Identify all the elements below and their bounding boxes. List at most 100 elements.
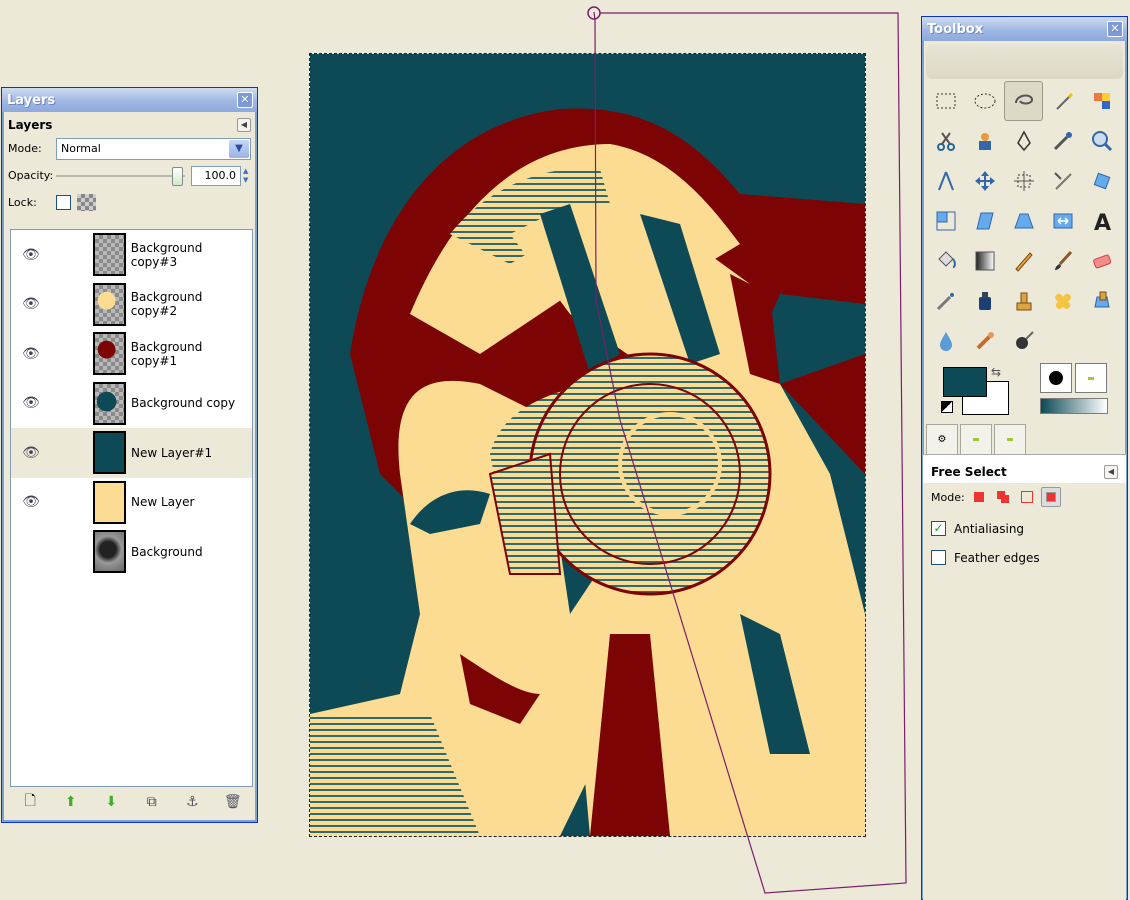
measure-icon[interactable]	[926, 161, 965, 201]
tool-options-title: Free Select	[931, 465, 1007, 479]
flip-icon[interactable]	[1043, 201, 1082, 241]
gradient-preview[interactable]	[1040, 398, 1108, 414]
mode-select[interactable]: Normal ▼	[56, 137, 251, 160]
blend-icon[interactable]	[965, 241, 1004, 281]
pencil-icon[interactable]	[1004, 241, 1043, 281]
svg-text:A: A	[1094, 211, 1111, 233]
dodge-burn-icon[interactable]	[1004, 321, 1043, 361]
feather-edges-checkbox[interactable]	[931, 550, 946, 565]
layer-name: Background copy#3	[130, 240, 203, 269]
layer-row[interactable]: 👁 Background copy#3	[11, 230, 252, 280]
color-area: ⇆	[922, 363, 1127, 423]
ink-icon[interactable]	[965, 281, 1004, 321]
blur-icon[interactable]	[926, 321, 965, 361]
layer-row[interactable]: Background	[11, 527, 252, 577]
tool-grid: A	[922, 79, 1127, 361]
layers-titlebar[interactable]: Layers ✕	[2, 88, 257, 112]
eye-icon[interactable]: 👁	[11, 247, 51, 263]
move-icon[interactable]	[965, 161, 1004, 201]
layer-thumbnail	[93, 381, 126, 425]
image-canvas[interactable]	[309, 53, 866, 837]
lower-layer-icon[interactable]: ⬇	[101, 794, 121, 810]
antialiasing-row: ✓ Antialiasing	[923, 511, 1126, 536]
ellipse-select-icon[interactable]	[965, 81, 1004, 121]
perspective-icon[interactable]	[1004, 201, 1043, 241]
raise-layer-icon[interactable]: ⬆	[61, 794, 81, 810]
layers-panel-header: Layers ◀	[2, 112, 257, 132]
color-picker-icon[interactable]	[1043, 121, 1082, 161]
eraser-icon[interactable]	[1082, 241, 1121, 281]
airbrush-icon[interactable]	[926, 281, 965, 321]
paths-icon[interactable]	[1004, 121, 1043, 161]
toolbox-window: Toolbox ✕ A ⇆ ⚙ Free Select ◀ Mode: ✓ An…	[921, 16, 1128, 900]
text-icon[interactable]: A	[1082, 201, 1121, 241]
layer-row[interactable]: 👁 Background copy#2	[11, 280, 252, 330]
clone-icon[interactable]	[1004, 281, 1043, 321]
perspective-clone-icon[interactable]	[1082, 281, 1121, 321]
delete-layer-icon[interactable]: 🗑	[223, 794, 243, 810]
feather-row: Feather edges	[923, 536, 1126, 565]
panel-menu-icon[interactable]: ◀	[237, 118, 251, 132]
opacity-slider-handle[interactable]	[172, 166, 183, 186]
layer-list[interactable]: 👁 Background copy#3 👁 Background copy#2 …	[10, 229, 253, 787]
layer-thumbnail	[92, 233, 126, 277]
opacity-input[interactable]: 100.0	[191, 165, 241, 186]
eye-icon[interactable]: 👁	[11, 346, 51, 362]
lock-alpha-icon[interactable]	[77, 194, 96, 211]
layer-name: Background	[131, 544, 203, 559]
close-icon[interactable]: ✕	[1107, 21, 1123, 37]
layer-row[interactable]: 👁 Background copy#1	[11, 329, 252, 379]
replace-mode-icon[interactable]	[969, 487, 989, 507]
eye-icon[interactable]: 👁	[11, 494, 51, 510]
layer-row[interactable]: 👁 Background copy	[11, 379, 252, 429]
zoom-icon[interactable]	[1082, 121, 1121, 161]
toolbox-titlebar[interactable]: Toolbox ✕	[922, 17, 1127, 41]
opacity-slider[interactable]	[56, 166, 185, 186]
swap-colors-icon[interactable]: ⇆	[991, 365, 1001, 379]
antialiasing-checkbox[interactable]: ✓	[931, 521, 946, 536]
eye-icon[interactable]: 👁	[11, 296, 51, 312]
layer-row-selected[interactable]: 👁 New Layer#1	[11, 428, 252, 478]
paintbrush-icon[interactable]	[1043, 241, 1082, 281]
crop-icon[interactable]	[1043, 161, 1082, 201]
tab-tool-options[interactable]: ⚙	[926, 424, 958, 454]
eye-icon[interactable]: 👁	[11, 445, 51, 461]
scale-icon[interactable]	[926, 201, 965, 241]
heal-icon[interactable]	[1043, 281, 1082, 321]
pattern-preview-icon[interactable]	[1075, 363, 1107, 393]
smudge-icon[interactable]	[965, 321, 1004, 361]
layers-window-title: Layers	[7, 92, 56, 108]
free-select-icon[interactable]	[1004, 81, 1043, 121]
brush-preview-icon[interactable]	[1040, 363, 1072, 393]
bucket-fill-icon[interactable]	[926, 241, 965, 281]
chevron-down-icon[interactable]: ▼	[229, 139, 249, 158]
rect-select-icon[interactable]	[926, 81, 965, 121]
eye-icon[interactable]: 👁	[11, 395, 51, 411]
subtract-mode-icon[interactable]	[1017, 487, 1037, 507]
tab-brushes[interactable]	[960, 424, 992, 454]
default-colors-icon[interactable]	[941, 401, 953, 413]
layer-thumbnail	[92, 282, 126, 326]
scissors-icon[interactable]	[926, 121, 965, 161]
tab-patterns[interactable]	[994, 424, 1026, 454]
foreground-select-icon[interactable]	[965, 121, 1004, 161]
opacity-spinner-icon[interactable]: ▲ ▼	[243, 167, 251, 185]
select-by-color-icon[interactable]	[1082, 81, 1121, 121]
anchor-layer-icon[interactable]: ⚓	[182, 794, 202, 810]
close-icon[interactable]: ✕	[237, 92, 253, 108]
layer-row[interactable]: 👁 New Layer	[11, 478, 252, 528]
add-mode-icon[interactable]	[993, 487, 1013, 507]
shear-icon[interactable]	[965, 201, 1004, 241]
fuzzy-select-icon[interactable]	[1043, 81, 1082, 121]
layer-name: Background copy#1	[130, 339, 203, 368]
panel-menu-icon[interactable]: ◀	[1104, 465, 1118, 479]
duplicate-layer-icon[interactable]: ⧉	[142, 794, 162, 810]
rotate-icon[interactable]	[1082, 161, 1121, 201]
intersect-mode-icon[interactable]	[1040, 487, 1061, 507]
align-icon[interactable]	[1004, 161, 1043, 201]
gimp-logo	[926, 45, 1123, 79]
new-layer-icon[interactable]: 🗋	[20, 790, 40, 814]
pop-art-image	[310, 54, 865, 836]
lock-pixels-checkbox[interactable]	[56, 195, 71, 210]
foreground-color-swatch[interactable]	[943, 367, 987, 397]
